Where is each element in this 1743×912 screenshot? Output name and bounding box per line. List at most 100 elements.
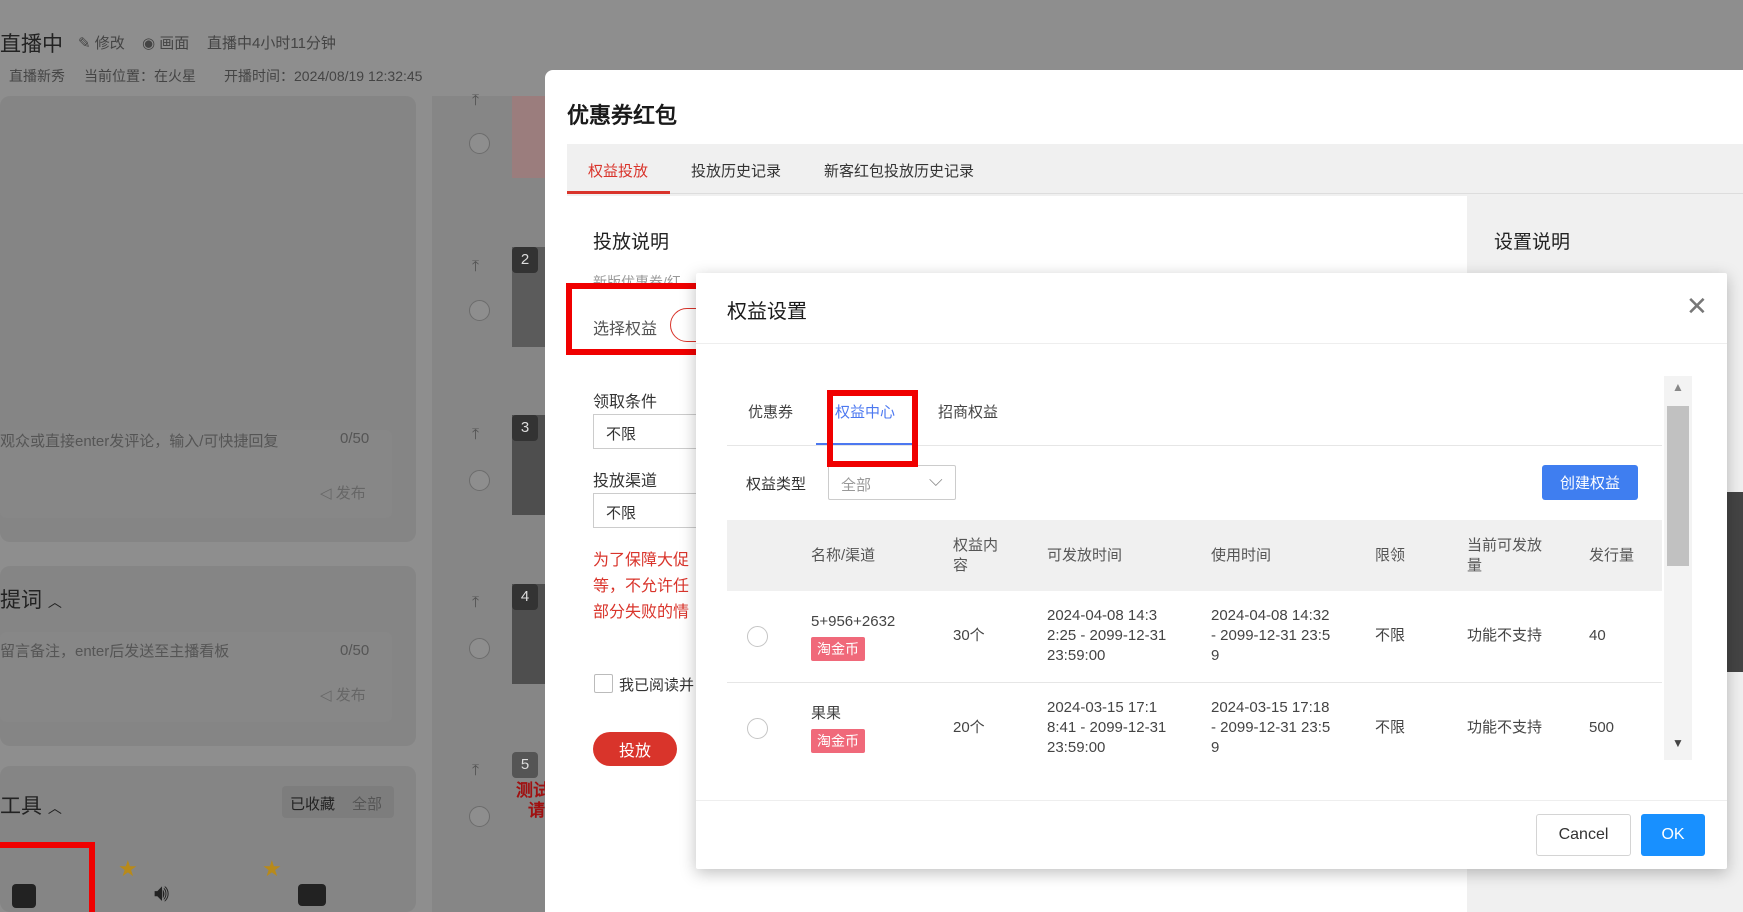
tab-benefit-delivery[interactable]: 权益投放 [588,160,648,181]
delivery-section-desc: 新版优惠券/红 [593,274,681,290]
scrollbar-track[interactable]: ▲ ▼ [1664,376,1692,760]
product-thumb [512,96,545,178]
pin-icon[interactable]: ⤒ [472,762,479,780]
product-radio[interactable] [469,300,490,321]
benefit-type-select[interactable]: 全部 ⌵ [828,465,956,500]
tools-title[interactable]: 工具 ︿ [0,790,62,820]
agree-label: 我已阅读并 [619,677,695,694]
guide-thumb [1726,492,1743,672]
settings-guide-title: 设置说明 [1494,232,1571,253]
product-index: 4 [512,584,538,610]
chevron-up-icon: ︿ [47,594,62,610]
live-status-title: 直播中 [0,33,63,56]
row-content: 20个 [953,719,985,736]
row-use-time: 2024-04-08 14:32 - 2099-12-31 23:59 [1211,607,1331,664]
agree-checkbox[interactable] [594,674,613,693]
row-radio[interactable] [747,626,768,647]
close-icon[interactable]: ✕ [1686,291,1708,322]
channel-label: 投放渠道 [593,473,658,490]
prompt-input[interactable]: 留言备注，enter后发送至主播看板 0/50 ◁ 发布 [0,632,392,722]
comment-count: 0/50 [340,430,370,447]
star-icon: ★ [262,856,282,881]
condition-select[interactable]: 不限 [593,414,713,449]
start-time: 开播时间：2024/08/19 12:32:45 [224,68,423,84]
product-radio[interactable] [469,470,490,491]
pin-icon[interactable]: ⤒ [472,426,479,444]
send-icon: ◁ [320,687,336,704]
row-content: 30个 [953,627,985,644]
ok-button[interactable]: OK [1641,814,1705,856]
warning-line-2: 等，不允许任 [593,578,690,595]
tools-title-label: 工具 [0,795,42,818]
col-available: 当前可发放量 [1467,537,1543,574]
header-divider [696,343,1727,344]
row-use-time: 2024-03-15 17:18 - 2099-12-31 23:59 [1211,699,1331,756]
row-channel-tag: 淘金币 [811,637,865,661]
pin-icon[interactable]: ⤒ [472,258,479,276]
tab-delivery-history[interactable]: 投放历史记录 [691,160,781,181]
cancel-button[interactable]: Cancel [1536,814,1631,856]
chevron-up-icon: ︿ [47,800,62,816]
tab-newcomer-history[interactable]: 新客红包投放历史记录 [824,160,974,181]
warning-line-1: 为了保障大促 [593,552,690,569]
live-duration: 直播中4小时11分钟 [207,35,336,52]
prompt-count: 0/50 [340,642,370,659]
pin-icon[interactable]: ⤒ [472,594,479,612]
ticket-icon[interactable] [298,884,326,906]
comment-publish-button[interactable]: ◁ 发布 [320,482,366,503]
product-index: 3 [512,415,538,441]
row-name: 5+956+2632 [811,613,896,630]
create-benefit-button[interactable]: 创建权益 [1542,465,1638,500]
coupon-modal-title: 优惠券红包 [567,103,678,128]
product-radio[interactable] [469,638,490,659]
scroll-up-icon[interactable]: ▲ [1672,380,1684,394]
product-radio[interactable] [469,133,490,154]
host-level: 直播新秀 [9,68,65,84]
table-row[interactable]: 果果 淘金币 20个 2024-03-15 17:18:41 - 2099-12… [727,683,1662,760]
prompt-publish-button[interactable]: ◁ 发布 [320,684,366,705]
tabs-divider [727,445,1662,446]
prompt-placeholder: 留言备注，enter后发送至主播看板 [0,643,230,660]
product-index: 2 [512,247,538,273]
tools-filter-collected[interactable]: 已收藏 [290,793,335,814]
tab-merchant-benefit[interactable]: 招商权益 [938,401,998,422]
col-total: 发行量 [1589,547,1635,564]
row-radio[interactable] [747,718,768,739]
tools-filter-all[interactable]: 全部 [352,793,382,814]
product-radio[interactable] [469,806,490,827]
pin-icon[interactable]: ⤒ [472,92,479,110]
product-index: 5 [512,752,538,778]
speaker-icon[interactable]: 🔊︎ [154,880,169,908]
channel-select[interactable]: 不限 [593,493,713,528]
prompt-title[interactable]: 提词 ︿ [0,584,62,614]
row-channel-tag: 淘金币 [811,729,865,753]
edit-link[interactable]: ✎ 修改 [78,32,125,53]
col-limit: 限领 [1375,547,1406,564]
row-issue-time: 2024-04-08 14:32:25 - 2099-12-31 23:59:0… [1047,607,1167,664]
scroll-down-icon[interactable]: ▼ [1672,736,1684,750]
eye-icon: ◉ [142,35,156,52]
col-issue-time: 可发放时间 [1047,547,1123,564]
delivery-section-title: 投放说明 [593,232,670,253]
row-name: 果果 [811,705,842,722]
pencil-icon: ✎ [78,35,91,52]
row-total: 40 [1589,627,1606,644]
view-label: 画面 [159,35,190,52]
benefit-type-label: 权益类型 [746,476,807,493]
star-icon: ★ [118,856,138,881]
product-test-label-2: 请 [528,801,545,820]
tab-benefit-center[interactable]: 权益中心 [835,401,895,422]
tab-coupon[interactable]: 优惠券 [748,401,793,422]
row-available: 功能不支持 [1467,719,1543,736]
chevron-down-icon: ⌵ [929,470,943,490]
comment-placeholder: 观众或直接enter发评论，输入/可快捷回复 [0,433,279,450]
benefit-modal-title: 权益设置 [727,301,807,323]
tool-box-icon[interactable] [12,884,36,908]
deliver-button[interactable]: 投放 [593,732,677,766]
comment-input[interactable]: 观众或直接enter发评论，输入/可快捷回复 0/50 ◁ 发布 [0,430,392,518]
benefit-settings-modal: 权益设置 ✕ 优惠券 权益中心 招商权益 权益类型 全部 ⌵ 创建权益 名称/渠… [696,273,1727,869]
table-row[interactable]: 5+956+2632 淘金币 30个 2024-04-08 14:32:25 -… [727,591,1662,683]
scrollbar-thumb[interactable] [1667,406,1689,566]
view-link[interactable]: ◉ 画面 [142,32,189,53]
tools-filter: 已收藏 全部 [282,786,394,818]
